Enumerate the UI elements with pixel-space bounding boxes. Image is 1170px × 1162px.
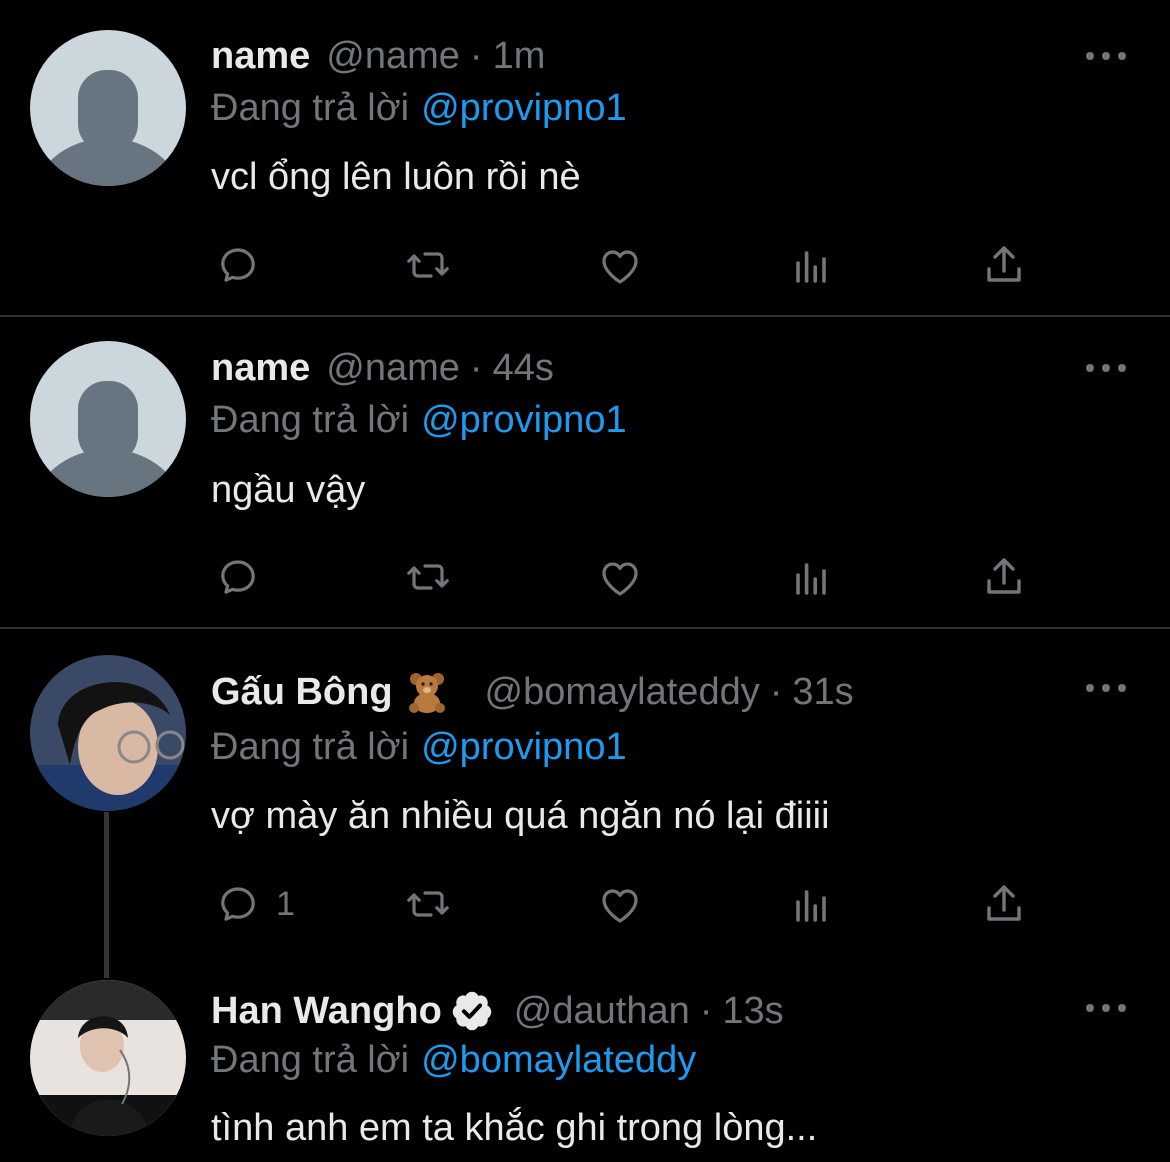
- retweet-button[interactable]: [404, 876, 452, 932]
- user-photo: [30, 655, 186, 811]
- share-button[interactable]: [980, 549, 1028, 605]
- handle[interactable]: @bomaylateddy: [485, 669, 760, 715]
- like-button[interactable]: [596, 876, 644, 932]
- tweet-3[interactable]: Gấu Bông @bomaylateddy · 31s Đang trả lờ…: [0, 629, 1170, 974]
- retweet-icon: [407, 252, 449, 278]
- display-name[interactable]: Gấu Bông: [211, 669, 393, 715]
- replying-to: Đang trả lời @provipno1: [211, 397, 627, 443]
- display-name[interactable]: name: [211, 33, 310, 79]
- reply-button[interactable]: [214, 237, 262, 293]
- reply-icon: [221, 248, 255, 282]
- analytics-button[interactable]: [788, 876, 836, 932]
- tweet-header: name @name · 44s: [211, 345, 1070, 391]
- timestamp[interactable]: 31s: [792, 669, 853, 715]
- tweet-4[interactable]: Han Wangho @dauthan · 13s Đang trả lời @b…: [0, 974, 1170, 1162]
- reply-button[interactable]: [214, 549, 262, 605]
- teddy-bear-icon: [405, 670, 449, 714]
- tweet-text: vcl ổng lên luôn rồi nè: [211, 156, 581, 198]
- tweet-text: ngầu vậy: [211, 469, 366, 511]
- retweet-icon: [407, 891, 449, 917]
- share-button[interactable]: [980, 237, 1028, 293]
- tweet-1[interactable]: name @name · 1m Đang trả lời @provipno1 v…: [0, 0, 1170, 316]
- timestamp[interactable]: 1m: [493, 33, 546, 79]
- handle[interactable]: @name: [326, 345, 460, 391]
- default-avatar-icon: [30, 30, 186, 186]
- reply-icon: [221, 560, 255, 594]
- timestamp[interactable]: 44s: [493, 345, 554, 391]
- reply-count: 1: [276, 884, 295, 923]
- replying-label: Đang trả lời: [211, 1039, 410, 1081]
- replying-label: Đang trả lời: [211, 87, 410, 129]
- replying-to: Đang trả lời @provipno1: [211, 85, 627, 131]
- retweet-button[interactable]: [404, 237, 452, 293]
- action-bar: [0, 549, 1170, 605]
- user-photo: [30, 980, 186, 1136]
- reply-icon: [221, 887, 255, 921]
- reply-button[interactable]: 1: [214, 876, 295, 932]
- replying-to: Đang trả lời @bomaylateddy: [211, 1037, 696, 1083]
- reply-mention[interactable]: @provipno1: [421, 726, 626, 768]
- retweet-button[interactable]: [404, 549, 452, 605]
- analytics-icon: [796, 251, 826, 283]
- share-button[interactable]: [980, 876, 1028, 932]
- analytics-icon: [796, 890, 826, 922]
- tweet-2[interactable]: name @name · 44s Đang trả lời @provipno1 …: [0, 317, 1170, 627]
- replying-to: Đang trả lời @provipno1: [211, 724, 627, 770]
- tweet-text: tình anh em ta khắc ghi trong lòng...: [211, 1107, 818, 1149]
- photo-avatar[interactable]: [30, 655, 186, 811]
- tweet-header: Gấu Bông @bomaylateddy · 31s: [211, 669, 1070, 715]
- display-name[interactable]: Han Wangho: [211, 988, 442, 1034]
- verified-icon: [450, 989, 494, 1033]
- action-bar: [0, 237, 1170, 293]
- like-icon: [602, 250, 638, 284]
- more-icon[interactable]: [1086, 362, 1126, 374]
- handle[interactable]: @name: [326, 33, 460, 79]
- tweet-text: vợ mày ăn nhiều quá ngăn nó lại điiii: [211, 795, 830, 837]
- reply-mention[interactable]: @provipno1: [421, 399, 626, 441]
- timestamp[interactable]: 13s: [722, 988, 783, 1034]
- like-icon: [602, 562, 638, 596]
- like-icon: [602, 889, 638, 923]
- more-icon[interactable]: [1086, 1002, 1126, 1014]
- handle[interactable]: @dauthan: [514, 988, 690, 1034]
- default-avatar[interactable]: [30, 341, 186, 497]
- tweet-feed: name @name · 1m Đang trả lời @provipno1 v…: [0, 0, 1170, 1162]
- tweet-header: Han Wangho @dauthan · 13s: [211, 988, 1070, 1034]
- like-button[interactable]: [596, 237, 644, 293]
- replying-label: Đang trả lời: [211, 399, 410, 441]
- analytics-button[interactable]: [788, 549, 836, 605]
- tweet-header: name @name · 1m: [211, 33, 1070, 79]
- reply-mention[interactable]: @provipno1: [421, 87, 626, 129]
- share-icon: [987, 246, 1021, 282]
- separator-dot: ·: [769, 671, 783, 713]
- analytics-button[interactable]: [788, 237, 836, 293]
- photo-avatar[interactable]: [30, 980, 186, 1136]
- default-avatar[interactable]: [30, 30, 186, 186]
- analytics-icon: [796, 563, 826, 595]
- default-avatar-icon: [30, 341, 186, 497]
- reply-mention[interactable]: @bomaylateddy: [421, 1039, 696, 1081]
- action-bar: 1: [0, 876, 1170, 932]
- replying-label: Đang trả lời: [211, 726, 410, 768]
- separator-dot: ·: [699, 990, 713, 1032]
- retweet-icon: [407, 564, 449, 590]
- share-icon: [987, 885, 1021, 921]
- more-icon[interactable]: [1086, 682, 1126, 694]
- like-button[interactable]: [596, 549, 644, 605]
- share-icon: [987, 558, 1021, 594]
- display-name[interactable]: name: [211, 345, 310, 391]
- separator-dot: ·: [469, 35, 483, 77]
- more-icon[interactable]: [1086, 50, 1126, 62]
- separator-dot: ·: [469, 347, 483, 389]
